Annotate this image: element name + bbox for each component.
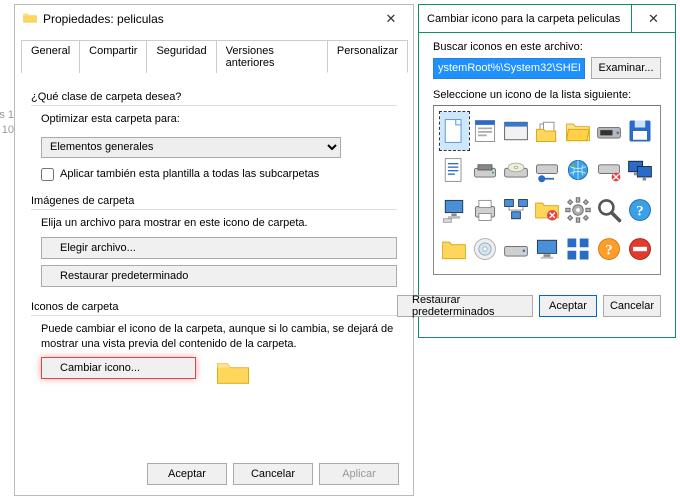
background-text: ws 1 10	[0, 108, 14, 139]
props-titlebar: Propiedades: peliculas ✕	[15, 5, 413, 33]
change-icon-button[interactable]: Cambiar icono...	[41, 357, 196, 379]
optimize-label: Optimizar esta carpeta para:	[41, 112, 397, 127]
icon-cd-drive[interactable]	[502, 152, 531, 190]
icon-question[interactable]: ?	[594, 231, 623, 269]
folder-properties-window: Propiedades: peliculas ✕ General Compart…	[14, 4, 414, 496]
icon-path-input[interactable]	[433, 58, 585, 79]
icon-disc[interactable]	[471, 231, 500, 269]
group2-desc: Elija un archivo para mostrar en este ic…	[41, 216, 397, 231]
icondlg-title: Cambiar icono para la carpeta peliculas	[427, 13, 620, 25]
icon-drive[interactable]	[594, 112, 623, 150]
icon-net-folder-x[interactable]	[594, 152, 623, 190]
icon-folder-net[interactable]	[533, 191, 562, 229]
svg-text:?: ?	[605, 243, 612, 259]
restore-default-button[interactable]: Restaurar predeterminado	[41, 265, 397, 287]
group3-desc: Puede cambiar el icono de la carpeta, au…	[41, 322, 397, 352]
tab-general[interactable]: General	[21, 40, 80, 73]
props-apply-button[interactable]: Aplicar	[319, 463, 399, 485]
tab-versiones[interactable]: Versiones anteriores	[216, 40, 328, 73]
icon-search[interactable]	[594, 191, 623, 229]
browse-button[interactable]: Examinar...	[591, 57, 661, 79]
icondlg-titlebar: Cambiar icono para la carpeta peliculas …	[419, 5, 675, 33]
search-label: Buscar iconos en este archivo:	[433, 41, 661, 53]
icon-apps-grid[interactable]	[563, 231, 592, 269]
tab-personalizar[interactable]: Personalizar	[327, 40, 408, 73]
tab-compartir[interactable]: Compartir	[79, 40, 147, 73]
optimize-combo[interactable]: Elementos generales	[41, 137, 341, 158]
folder-preview-icon	[216, 357, 250, 388]
icon-removable-drive[interactable]	[471, 152, 500, 190]
icon-monitors[interactable]	[625, 152, 654, 190]
change-icon-dialog: Cambiar icono para la carpeta peliculas …	[418, 4, 676, 338]
apply-subfolders-checkbox[interactable]	[41, 168, 54, 181]
icon-monitor[interactable]	[533, 231, 562, 269]
apply-subfolders-row[interactable]: Aplicar también esta plantilla a todas l…	[41, 168, 397, 181]
folder-icon	[23, 12, 43, 26]
icon-folder-yellow[interactable]	[440, 231, 469, 269]
group3-label: Iconos de carpeta	[31, 301, 397, 313]
icon-grid[interactable]: ? ?	[433, 105, 661, 275]
choose-file-button[interactable]: Elegir archivo...	[41, 237, 397, 259]
icon-page-lines[interactable]	[440, 152, 469, 190]
props-ok-button[interactable]: Aceptar	[147, 463, 227, 485]
icon-open-folder[interactable]	[563, 112, 592, 150]
icon-drive-generic[interactable]	[502, 231, 531, 269]
apply-subfolders-label: Aplicar también esta plantilla a todas l…	[60, 168, 319, 180]
icon-help[interactable]: ?	[625, 191, 654, 229]
select-icon-label: Seleccione un icono de la lista siguient…	[433, 89, 661, 101]
icon-globe[interactable]	[563, 152, 592, 190]
props-button-bar: Aceptar Cancelar Aplicar	[147, 463, 399, 485]
icon-computer[interactable]	[440, 191, 469, 229]
props-tabs: General Compartir Seguridad Versiones an…	[21, 33, 407, 73]
icon-net-drive[interactable]	[533, 152, 562, 190]
icon-blank-page[interactable]	[440, 112, 469, 150]
restore-defaults-button[interactable]: Restaurar predeterminados	[397, 295, 533, 317]
icon-app-window[interactable]	[502, 112, 531, 150]
icon-floppy[interactable]	[625, 112, 654, 150]
close-icon: ✕	[386, 11, 397, 27]
icon-network[interactable]	[502, 191, 531, 229]
props-cancel-button[interactable]: Cancelar	[233, 463, 313, 485]
icon-stop[interactable]	[625, 231, 654, 269]
icondlg-ok-button[interactable]: Aceptar	[539, 295, 597, 317]
group2-label: Imágenes de carpeta	[31, 195, 397, 207]
icon-gear[interactable]	[563, 191, 592, 229]
props-close-button[interactable]: ✕	[369, 5, 413, 33]
icondlg-close-button[interactable]: ✕	[631, 5, 675, 33]
props-title: Propiedades: peliculas	[43, 12, 164, 26]
tab-seguridad[interactable]: Seguridad	[146, 40, 216, 73]
icondlg-cancel-button[interactable]: Cancelar	[603, 295, 661, 317]
close-icon: ✕	[648, 11, 659, 27]
svg-text:?: ?	[636, 203, 643, 219]
personalizar-pane: ¿Qué clase de carpeta desea? Optimizar e…	[15, 73, 413, 410]
icon-doc-app[interactable]	[471, 112, 500, 150]
group1-label: ¿Qué clase de carpeta desea?	[31, 91, 397, 103]
icon-printer[interactable]	[471, 191, 500, 229]
icon-folder-docs[interactable]	[533, 112, 562, 150]
